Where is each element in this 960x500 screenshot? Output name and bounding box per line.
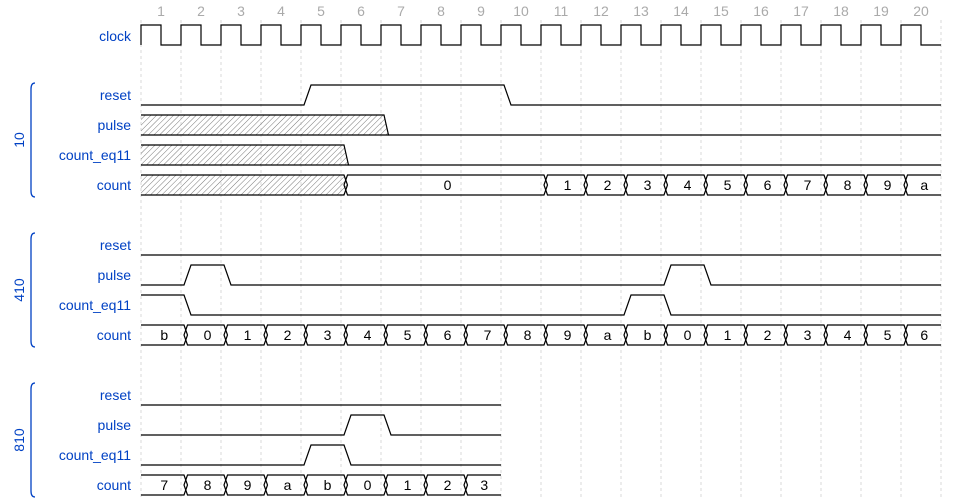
bus-value: 3 — [480, 477, 488, 493]
group-label: 10 — [11, 132, 27, 148]
signal-label-count: count — [97, 177, 131, 193]
bus-value: 1 — [404, 477, 412, 493]
bus-value: a — [284, 477, 292, 493]
bus-value: b — [324, 477, 332, 493]
bus-value: 3 — [644, 177, 652, 193]
pulse-waveform — [141, 414, 501, 436]
bus-value: 8 — [204, 477, 212, 493]
signal-label-pulse: pulse — [98, 117, 132, 133]
cycle-number: 19 — [873, 3, 889, 19]
cycle-ticks: 1 2 3 4 5 6 7 8 9 10 11 12 13 14 15 16 17 18 19 20 — [157, 3, 929, 19]
undefined-region — [141, 145, 349, 165]
group-label: 410 — [11, 278, 27, 302]
bus-value: 7 — [160, 477, 168, 493]
bus-value: 8 — [844, 177, 852, 193]
bus-value: 1 — [564, 177, 572, 193]
cycle-number: 10 — [513, 3, 529, 19]
cycle-number: 6 — [357, 3, 365, 19]
bus-value: 9 — [884, 177, 892, 193]
signal-label-pulse: pulse — [98, 267, 132, 283]
cycle-number: 13 — [633, 3, 649, 19]
cycle-number: 20 — [913, 3, 929, 19]
timing-diagram: 1 2 3 4 5 6 7 8 9 10 11 12 13 14 15 16 17 18 19 20 clock10r… — [11, 3, 942, 500]
bus-value: 0 — [684, 327, 692, 343]
cycle-number: 1 — [157, 3, 165, 19]
signal-label-reset: reset — [100, 237, 131, 253]
clock-waveform — [140, 24, 941, 46]
bus-value: a — [604, 327, 612, 343]
cycle-number: 4 — [277, 3, 285, 19]
group-label: 810 — [11, 428, 27, 452]
bus-value: 3 — [324, 327, 332, 343]
signal-label-count_eq11: count_eq11 — [59, 147, 131, 163]
cycle-number: 2 — [197, 3, 205, 19]
group-bracket — [30, 232, 36, 348]
cycle-number: 11 — [554, 3, 569, 19]
bus-value: 5 — [724, 177, 732, 193]
bus-value: 6 — [444, 327, 452, 343]
bus-value: 0 — [444, 177, 452, 193]
signal-label-count: count — [97, 327, 131, 343]
cycle-number: 9 — [477, 3, 485, 19]
count_eq11-waveform — [141, 444, 501, 466]
cycle-number: 3 — [237, 3, 245, 19]
signal-labels: clock10resetpulsecount_eq11count410reset… — [11, 28, 132, 498]
bus-value: 8 — [524, 327, 532, 343]
signal-label-count_eq11: count_eq11 — [59, 447, 131, 463]
bus-value: 6 — [764, 177, 772, 193]
group-bracket — [30, 382, 36, 498]
bus-value: 1 — [244, 327, 252, 343]
cycle-number: 14 — [673, 3, 689, 19]
bus-value: 9 — [564, 327, 572, 343]
cycle-number: 12 — [593, 3, 609, 19]
cycle-number: 15 — [713, 3, 729, 19]
bus-value: 0 — [204, 327, 212, 343]
signal-label-clock: clock — [99, 28, 132, 44]
bus-value: 2 — [444, 477, 452, 493]
signal-label-reset: reset — [100, 87, 131, 103]
bus-value: 9 — [244, 477, 252, 493]
cycle-number: 5 — [317, 3, 325, 19]
bus-value: 2 — [604, 177, 612, 193]
cycle-number: 18 — [833, 3, 849, 19]
bus-value: 3 — [804, 327, 812, 343]
bus-value: 6 — [920, 327, 928, 343]
undefined-region — [141, 115, 389, 135]
signal-label-pulse: pulse — [98, 417, 132, 433]
undefined-region — [141, 175, 348, 195]
bus-value: a — [920, 177, 928, 193]
bus-value: 5 — [884, 327, 892, 343]
cycle-number: 8 — [437, 3, 445, 19]
signal-label-reset: reset — [100, 387, 131, 403]
signal-label-count: count — [97, 477, 131, 493]
bus-value: b — [160, 327, 168, 343]
cycle-number: 7 — [397, 3, 405, 19]
signal-label-count_eq11: count_eq11 — [59, 297, 131, 313]
cycle-number: 17 — [793, 3, 809, 19]
bus-value: 4 — [364, 327, 372, 343]
bus-value: 2 — [764, 327, 772, 343]
bus-value: 7 — [484, 327, 492, 343]
bus-value: 5 — [404, 327, 412, 343]
bus-value: 4 — [684, 177, 692, 193]
bus-value: b — [644, 327, 652, 343]
cycle-number: 16 — [753, 3, 769, 19]
group-bracket — [30, 82, 36, 198]
bus-value: 4 — [844, 327, 852, 343]
bus-value: 0 — [364, 477, 372, 493]
bus-value: 7 — [804, 177, 812, 193]
grid-lines — [140, 20, 942, 500]
bus-value: 2 — [284, 327, 292, 343]
bus-value: 1 — [724, 327, 732, 343]
